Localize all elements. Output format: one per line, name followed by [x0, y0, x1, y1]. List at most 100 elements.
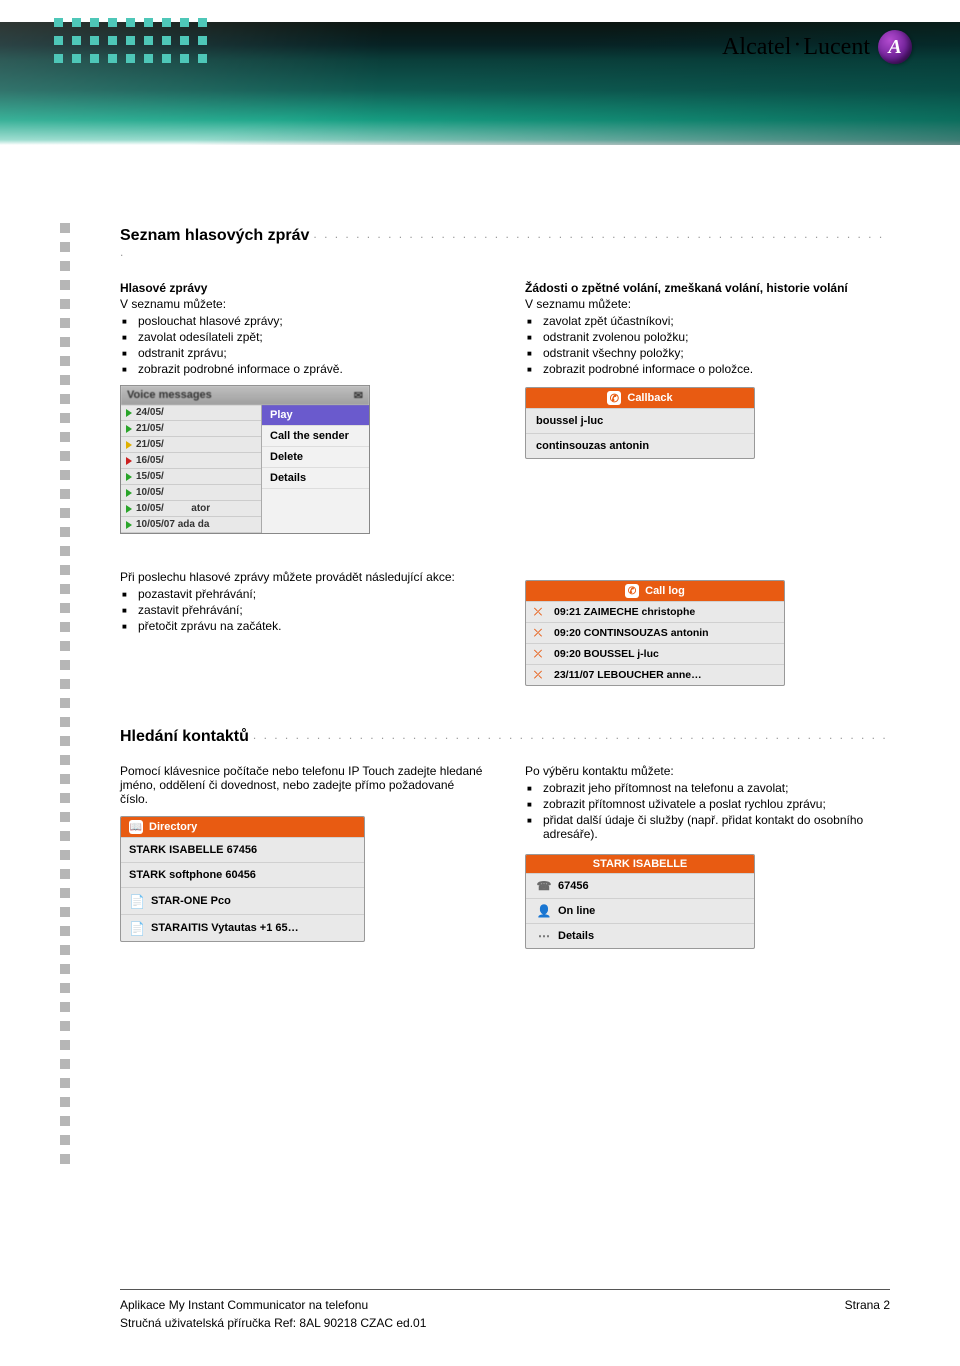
footer-page-number: Strana 2: [845, 1298, 890, 1312]
phone-icon: ✆: [625, 584, 639, 598]
presence-icon: 👤: [536, 904, 552, 918]
playback-two-col: Při poslechu hlasové zprávy můžete prová…: [120, 570, 890, 686]
brand-logo-icon: A: [878, 30, 912, 64]
voice-left-heading: Hlasové zprávy: [120, 281, 485, 295]
voice-right-lead: V seznamu můžete:: [525, 297, 890, 311]
content: Seznam hlasových zpráv. . . . . . . . . …: [0, 145, 960, 949]
footer-app-title: Aplikace My Instant Communicator na tele…: [120, 1298, 368, 1312]
callback-row[interactable]: boussel j-luc: [526, 408, 754, 433]
playback-lead: Při poslechu hlasové zprávy můžete prová…: [120, 570, 485, 584]
search-right-list: zobrazit jeho přítomnost na telefonu a z…: [525, 780, 890, 842]
calllog-row[interactable]: ⤫09:20 BOUSSEL j-luc: [526, 643, 784, 664]
play-icon: [126, 489, 132, 497]
calllog-row[interactable]: ⤫23/11/07 LEBOUCHER anne…: [526, 664, 784, 685]
phone-icon: [607, 391, 621, 405]
list-item: zobrazit přítomnost uživatele a poslat r…: [543, 796, 890, 812]
entry-icon: 📄: [129, 894, 145, 908]
list-item: zastavit přehrávání;: [138, 602, 485, 618]
section-search-title: Hledání kontaktů. . . . . . . . . . . . …: [120, 728, 890, 746]
entry-icon: 📄: [129, 921, 145, 935]
voice-left-col: Hlasové zprávy V seznamu můžete: poslouc…: [120, 281, 485, 534]
contact-row-number[interactable]: ☎67456: [526, 873, 754, 898]
brand-name-b: Lucent: [803, 34, 870, 60]
voice-right-heading: Žádosti o zpětné volání, zmeškaná volání…: [525, 281, 890, 295]
list-item: zobrazit jeho přítomnost na telefonu a z…: [543, 780, 890, 796]
list-item: odstranit zprávu;: [138, 345, 485, 361]
list-item: zobrazit podrobné informace o položce.: [543, 361, 890, 377]
calllog-row[interactable]: ⤫09:20 CONTINSOUZAS antonin: [526, 622, 784, 643]
voice-left-lead: V seznamu můžete:: [120, 297, 485, 311]
search-two-col: Pomocí klávesnice počítače nebo telefonu…: [120, 764, 890, 949]
brand-text: Alcatel·Lucent: [722, 34, 870, 61]
directory-row[interactable]: 📄STAR-ONE Pco: [121, 887, 364, 914]
list-item: odstranit všechny položky;: [543, 345, 890, 361]
missed-icon: ⤫: [534, 607, 548, 618]
contact-title-bar: STARK ISABELLE: [526, 855, 754, 873]
missed-icon: ⤫: [534, 628, 548, 639]
list-item: zavolat zpět účastníkovi;: [543, 313, 890, 329]
list-item: poslouchat hlasové zprávy;: [138, 313, 485, 329]
list-item: zobrazit podrobné informace o zprávě.: [138, 361, 485, 377]
list-item: odstranit zvolenou položku;: [543, 329, 890, 345]
vm-context-menu: Play Call the sender Delete Details: [261, 405, 369, 533]
search-left-para: Pomocí klávesnice počítače nebo telefonu…: [120, 764, 485, 806]
missed-icon: ⤫: [534, 649, 548, 660]
list-item: přetočit zprávu na začátek.: [138, 618, 485, 634]
footer-rule: [120, 1289, 890, 1290]
contact-row-presence[interactable]: 👤On line: [526, 898, 754, 923]
play-icon: [126, 505, 132, 513]
contact-row-details[interactable]: ⋯Details: [526, 923, 754, 948]
decor-side-dots: [60, 223, 70, 1164]
voice-right-col: Žádosti o zpětné volání, zmeškaná volání…: [525, 281, 890, 459]
calllog-row[interactable]: ⤫09:21 ZAIMECHE christophe: [526, 601, 784, 622]
list-item: pozastavit přehrávání;: [138, 586, 485, 602]
directory-widget: 📖 Directory STARK ISABELLE 67456 STARK s…: [120, 816, 365, 942]
vm-list: 24/05/ 21/05/ 21/05/ 16/05/ 15/05/ 10/05…: [121, 405, 261, 533]
phone-icon: ☎: [536, 879, 552, 893]
list-item: zavolat odesílateli zpět;: [138, 329, 485, 345]
playback-list: pozastavit přehrávání; zastavit přehrává…: [120, 586, 485, 634]
play-icon: [126, 425, 132, 433]
voice-right-list: zavolat zpět účastníkovi; odstranit zvol…: [525, 313, 890, 377]
brand-name-a: Alcatel: [722, 34, 791, 60]
voice-messages-widget: Voice messages✉ 24/05/ 21/05/ 21/05/ 16/…: [120, 385, 370, 534]
menu-details[interactable]: Details: [262, 468, 369, 489]
voice-left-list: poslouchat hlasové zprávy; zavolat odesí…: [120, 313, 485, 377]
page: Alcatel·Lucent A Seznam hlasových zpráv.…: [0, 0, 960, 1366]
play-icon: [126, 457, 132, 465]
vm-header: Voice messages✉: [121, 386, 369, 405]
menu-play[interactable]: Play: [262, 405, 369, 426]
header-banner: Alcatel·Lucent A: [0, 0, 960, 145]
contact-card-widget: STARK ISABELLE ☎67456 👤On line ⋯Details: [525, 854, 755, 949]
list-item: přidat další údaje či služby (např. přid…: [543, 812, 890, 842]
callback-widget: Callback boussel j-luc continsouzas anto…: [525, 387, 755, 459]
brand: Alcatel·Lucent A: [722, 30, 912, 64]
playback-right: ✆ Call log ⤫09:21 ZAIMECHE christophe ⤫0…: [525, 570, 890, 686]
calllog-title-bar: ✆ Call log: [526, 581, 784, 601]
play-icon: [126, 521, 132, 529]
decor-dot-grid: [54, 18, 212, 68]
footer-ref: Stručná uživatelská příručka Ref: 8AL 90…: [120, 1316, 890, 1330]
footer: Aplikace My Instant Communicator na tele…: [120, 1289, 890, 1330]
search-right-lead: Po výběru kontaktu můžete:: [525, 764, 890, 778]
callback-row[interactable]: continsouzas antonin: [526, 433, 754, 458]
play-icon: [126, 409, 132, 417]
voice-two-col: Hlasové zprávy V seznamu můžete: poslouc…: [120, 281, 890, 534]
play-icon: [126, 441, 132, 449]
play-icon: [126, 473, 132, 481]
section-voice-title: Seznam hlasových zpráv. . . . . . . . . …: [120, 227, 890, 263]
directory-row[interactable]: STARK ISABELLE 67456: [121, 837, 364, 862]
callback-title-bar: Callback: [526, 388, 754, 408]
search-right: Po výběru kontaktu můžete: zobrazit jeho…: [525, 764, 890, 949]
missed-icon: ⤫: [534, 670, 548, 681]
calllog-widget: ✆ Call log ⤫09:21 ZAIMECHE christophe ⤫0…: [525, 580, 785, 686]
directory-title-bar: 📖 Directory: [121, 817, 364, 837]
menu-delete[interactable]: Delete: [262, 447, 369, 468]
book-icon: 📖: [129, 820, 143, 834]
directory-row[interactable]: 📄STARAITIS Vytautas +1 65…: [121, 914, 364, 941]
playback-left: Při poslechu hlasové zprávy můžete prová…: [120, 570, 485, 634]
search-left: Pomocí klávesnice počítače nebo telefonu…: [120, 764, 485, 942]
directory-row[interactable]: STARK softphone 60456: [121, 862, 364, 887]
details-icon: ⋯: [536, 929, 552, 943]
menu-call-sender[interactable]: Call the sender: [262, 426, 369, 447]
